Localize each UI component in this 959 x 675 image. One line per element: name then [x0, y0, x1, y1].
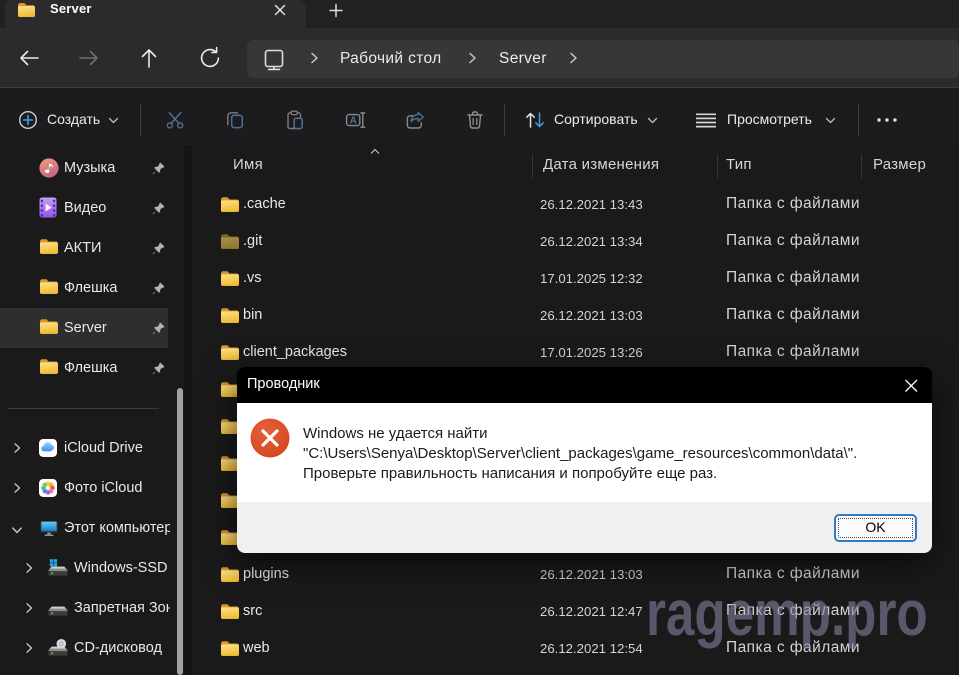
svg-text:A: A [350, 116, 357, 127]
